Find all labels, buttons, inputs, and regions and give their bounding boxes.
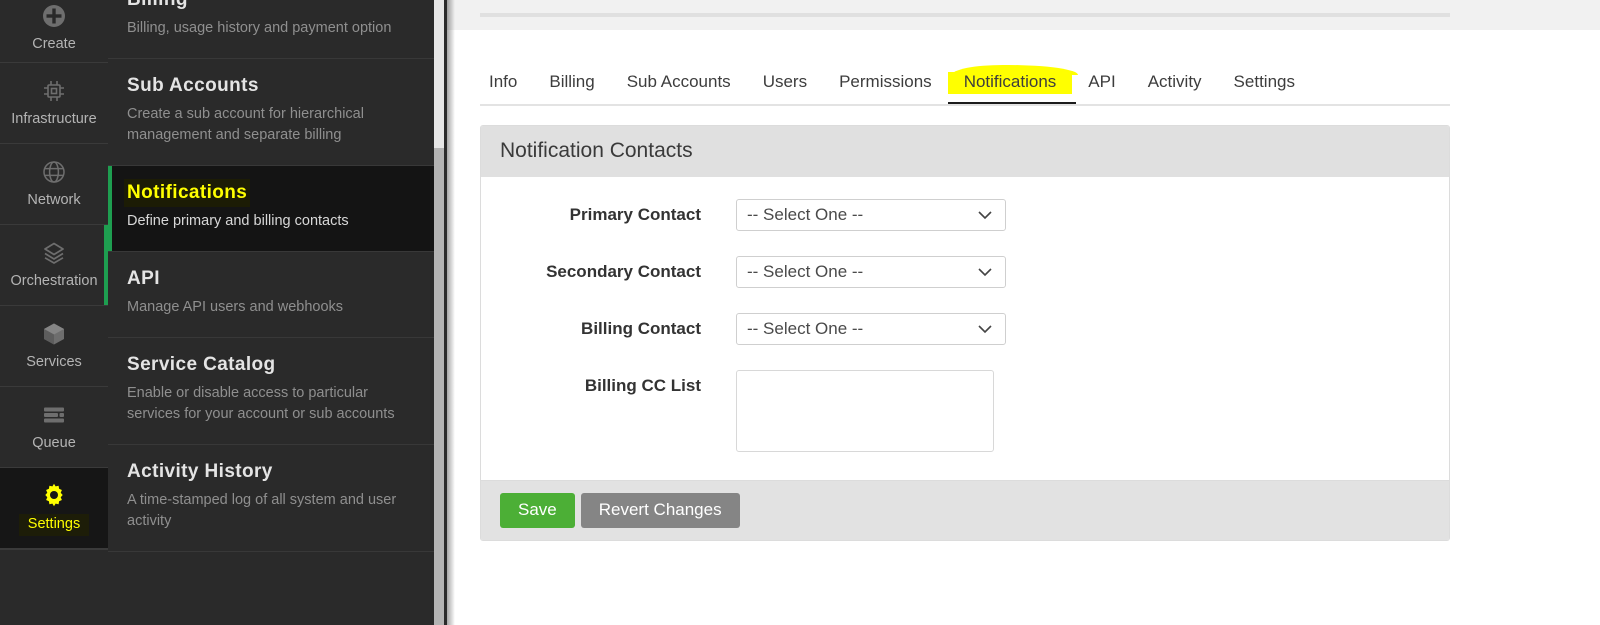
account-tabs: Info Billing Sub Accounts Users Permissi… (435, 30, 1600, 106)
billing-contact-select[interactable]: -- Select One -- (736, 313, 1006, 345)
subnav-item-sub-accounts[interactable]: Sub Accounts Create a sub account for hi… (108, 59, 435, 167)
tab-api[interactable]: API (1072, 72, 1131, 106)
subnav-item-desc: Manage API users and webhooks (127, 299, 344, 316)
field-row-billing-cc-list: Billing CC List (481, 370, 1449, 452)
subnav-item-service-catalog[interactable]: Service Catalog Enable or disable access… (108, 338, 435, 446)
subnav-item-title: API (127, 268, 160, 290)
subnav-item-title: Service Catalog (127, 354, 276, 376)
subnav-item-desc: Define primary and billing contacts (127, 213, 349, 230)
field-row-secondary-contact: Secondary Contact -- Select One -- (481, 256, 1449, 288)
subnav-item-billing[interactable]: Billing Billing, usage history and payme… (108, 0, 435, 60)
rail-item-label: Orchestration (10, 273, 98, 290)
gear-icon (41, 482, 67, 508)
subnav-item-api[interactable]: API Manage API users and webhooks (108, 252, 435, 339)
billing-contact-control: -- Select One -- (736, 313, 1449, 345)
card-footer: Save Revert Changes (481, 480, 1449, 540)
cube-icon (41, 321, 67, 347)
rail-item-label: Settings (20, 516, 88, 534)
subnav-item-desc: Create a sub account for hierarchical ma… (127, 106, 364, 144)
tab-info[interactable]: Info (489, 72, 533, 106)
tabs-divider (480, 104, 1450, 106)
rail-item-infrastructure[interactable]: Infrastructure (0, 63, 108, 144)
secondary-contact-select[interactable]: -- Select One -- (736, 256, 1006, 288)
secondary-contact-control: -- Select One -- (736, 256, 1449, 288)
card-body: Primary Contact -- Select One -- Seconda… (481, 177, 1449, 480)
billing-cc-list-control (736, 370, 1449, 452)
tab-activity[interactable]: Activity (1132, 72, 1218, 106)
tab-users[interactable]: Users (747, 72, 823, 106)
subnav-item-desc: A time-stamped log of all system and use… (127, 492, 397, 530)
main-content: Info Billing Sub Accounts Users Permissi… (435, 0, 1600, 625)
rail-item-label: Network (27, 192, 81, 209)
rail-item-label: Queue (32, 435, 76, 452)
settings-subnav: Billing Billing, usage history and payme… (108, 0, 435, 625)
rail-item-orchestration[interactable]: Orchestration (0, 225, 108, 306)
settings-subnav-list: Billing Billing, usage history and payme… (108, 0, 435, 553)
rail-filler (0, 549, 108, 625)
secondary-contact-value: -- Select One -- (747, 262, 864, 281)
billing-cc-list-textarea[interactable] (736, 370, 994, 452)
rail-item-label: Services (26, 354, 82, 371)
subnav-edge (444, 0, 447, 625)
billing-cc-list-label: Billing CC List (584, 376, 701, 395)
tab-sub-accounts[interactable]: Sub Accounts (611, 72, 747, 106)
chevron-down-icon (977, 267, 993, 277)
queue-icon (41, 402, 67, 428)
app-root: Create Infrastructure Network Orchestrat… (0, 0, 1600, 625)
subnav-item-notifications[interactable]: Notifications Define primary and billing… (108, 166, 435, 253)
subnav-item-title: Notifications (127, 182, 248, 205)
billing-contact-label: Billing Contact (581, 319, 701, 338)
field-row-primary-contact: Primary Contact -- Select One -- (481, 199, 1449, 231)
chevron-down-icon (977, 324, 993, 334)
globe-icon (41, 159, 67, 185)
rail-item-network[interactable]: Network (0, 144, 108, 225)
subnav-item-title: Activity History (127, 461, 273, 483)
rail-item-label: Infrastructure (11, 111, 97, 128)
subnav-item-title: Sub Accounts (127, 75, 259, 97)
rail-item-settings[interactable]: Settings (0, 468, 108, 549)
rail-item-services[interactable]: Services (0, 306, 108, 387)
card-title: Notification Contacts (481, 126, 1449, 177)
subnav-scrollbar-thumb[interactable] (434, 148, 444, 625)
secondary-contact-label: Secondary Contact (546, 262, 701, 281)
subnav-item-activity-history[interactable]: Activity History A time-stamped log of a… (108, 445, 435, 553)
tab-billing[interactable]: Billing (533, 72, 610, 106)
primary-contact-select[interactable]: -- Select One -- (736, 199, 1006, 231)
billing-contact-value: -- Select One -- (747, 319, 864, 338)
subnav-item-title: Billing (127, 0, 188, 11)
layers-icon (41, 240, 67, 266)
primary-contact-value: -- Select One -- (747, 205, 864, 224)
tab-permissions[interactable]: Permissions (823, 72, 948, 106)
subnav-item-desc: Enable or disable access to particular s… (127, 385, 395, 423)
chevron-down-icon (977, 210, 993, 220)
plus-circle-icon (41, 3, 67, 29)
field-row-billing-contact: Billing Contact -- Select One -- (481, 313, 1449, 345)
primary-contact-control: -- Select One -- (736, 199, 1449, 231)
top-band-divider (480, 13, 1450, 17)
rail-item-label: Create (32, 36, 76, 53)
rail-item-create[interactable]: Create (0, 0, 108, 63)
rail-item-queue[interactable]: Queue (0, 387, 108, 468)
revert-changes-button[interactable]: Revert Changes (580, 493, 740, 528)
tab-notifications[interactable]: Notifications (947, 65, 1078, 106)
primary-contact-label: Primary Contact (569, 205, 701, 224)
save-button[interactable]: Save (500, 493, 575, 528)
tab-settings[interactable]: Settings (1218, 72, 1311, 106)
primary-icon-rail: Create Infrastructure Network Orchestrat… (0, 0, 108, 625)
top-band (435, 0, 1600, 30)
notification-contacts-card: Notification Contacts Primary Contact --… (480, 125, 1450, 541)
chip-icon (41, 78, 67, 104)
subnav-item-desc: Billing, usage history and payment optio… (127, 20, 392, 36)
